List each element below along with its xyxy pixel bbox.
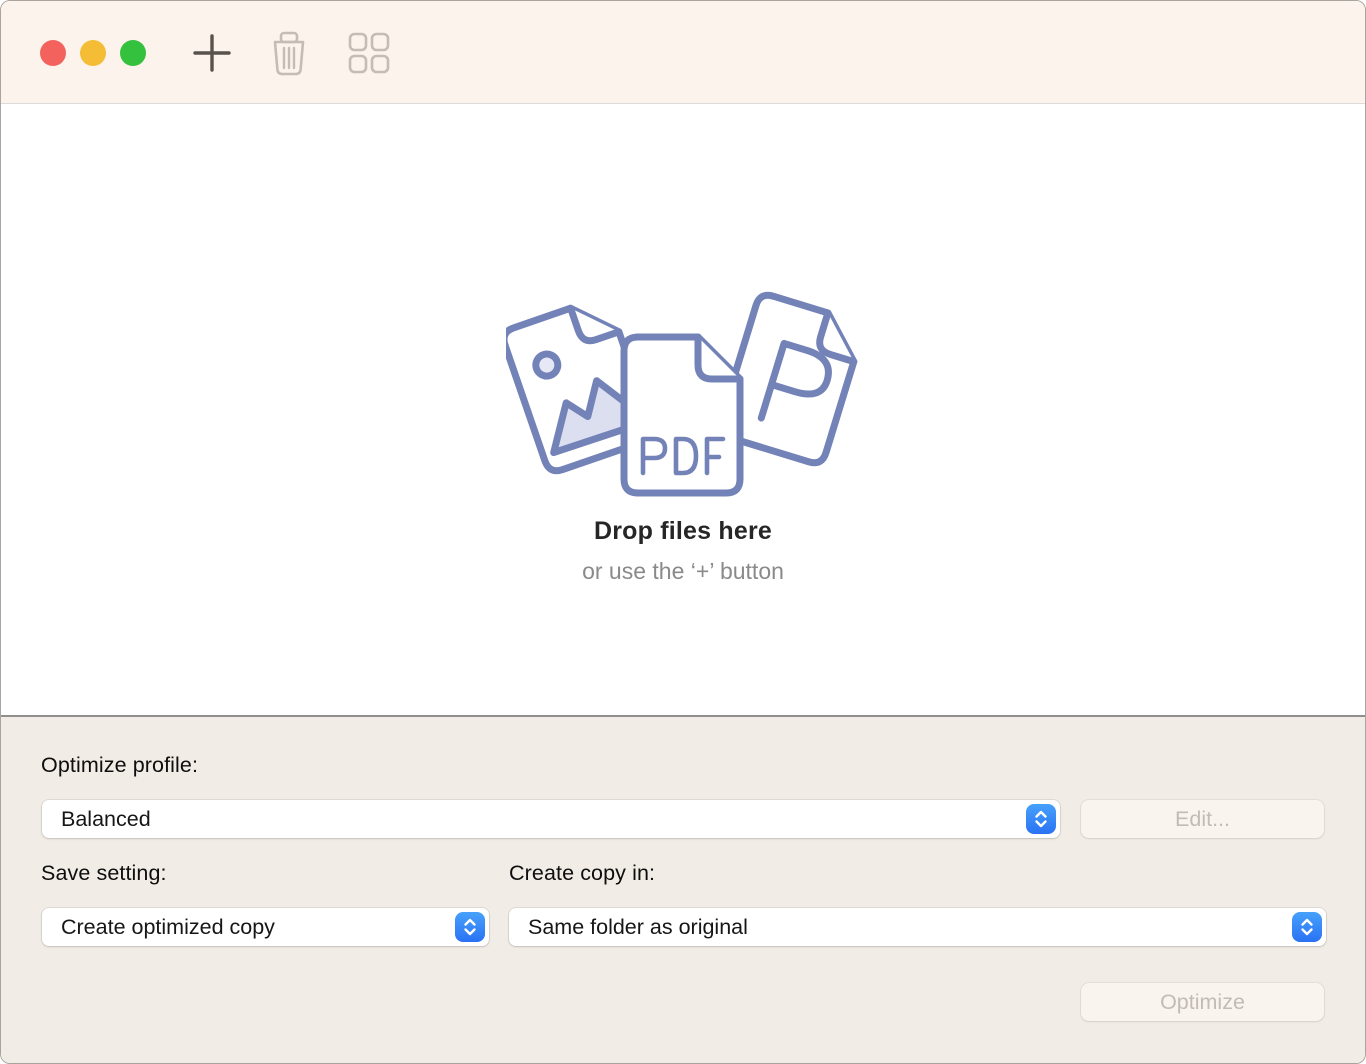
- drop-subtitle: or use the ‘+’ button: [1, 558, 1365, 585]
- view-grid-button[interactable]: [345, 1, 393, 104]
- save-setting-select[interactable]: Create optimized copy: [42, 908, 489, 946]
- create-copy-in-label: Create copy in:: [509, 861, 655, 886]
- zoom-window-button[interactable]: [120, 40, 146, 66]
- grid-icon: [348, 32, 390, 74]
- select-chevrons-icon: [455, 912, 485, 942]
- delete-files-button[interactable]: [265, 1, 313, 104]
- optimize-profile-label: Optimize profile:: [41, 753, 198, 778]
- profile-select[interactable]: Balanced: [42, 800, 1060, 838]
- titlebar: [1, 1, 1365, 104]
- edit-profile-button[interactable]: Edit...: [1081, 800, 1324, 838]
- select-chevrons-icon: [1292, 912, 1322, 942]
- drop-title: Drop files here: [1, 517, 1365, 546]
- add-files-button[interactable]: [187, 1, 237, 104]
- files-illustration-icon: [506, 269, 860, 508]
- profile-select-value: Balanced: [61, 807, 151, 832]
- settings-panel: Optimize profile: Balanced Edit... Save …: [1, 717, 1365, 1064]
- minimize-window-button[interactable]: [80, 40, 106, 66]
- close-window-button[interactable]: [40, 40, 66, 66]
- optimize-button[interactable]: Optimize: [1081, 983, 1324, 1021]
- app-window: Drop files here or use the ‘+’ button Op…: [0, 0, 1366, 1064]
- save-setting-select-value: Create optimized copy: [61, 915, 275, 940]
- save-setting-label: Save setting:: [41, 861, 167, 886]
- copy-folder-select[interactable]: Same folder as original: [509, 908, 1326, 946]
- drop-zone[interactable]: Drop files here or use the ‘+’ button: [1, 105, 1365, 715]
- trash-icon: [269, 30, 309, 76]
- select-chevrons-icon: [1026, 804, 1056, 834]
- plus-icon: [190, 31, 234, 75]
- copy-folder-select-value: Same folder as original: [528, 915, 748, 940]
